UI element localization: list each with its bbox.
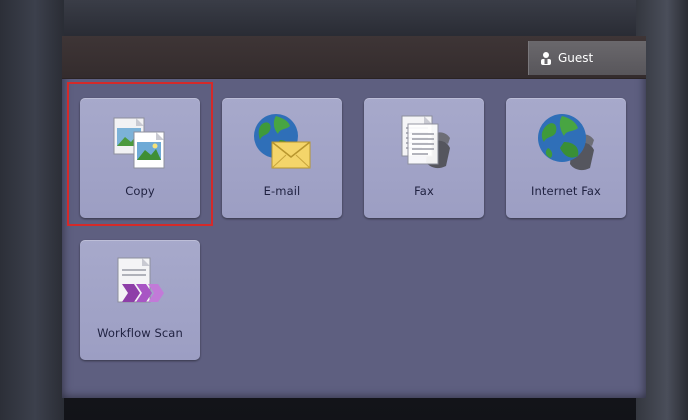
copy-tile-label: Copy <box>125 184 155 198</box>
touch-screen: Guest Copy E-mail Fax Internet Fax Workf… <box>62 36 646 398</box>
internet-fax-tile-label: Internet Fax <box>531 184 601 198</box>
email-icon <box>254 114 311 169</box>
copy-icon <box>113 117 165 169</box>
workflow-scan-tile[interactable]: Workflow Scan <box>80 240 200 360</box>
internet-fax-icon <box>538 114 594 171</box>
user-login-button[interactable]: Guest <box>528 41 646 75</box>
status-bar: Guest <box>62 36 646 79</box>
app-tile-grid: Copy E-mail Fax Internet Fax Workflow Sc… <box>62 78 646 398</box>
copy-tile[interactable]: Copy <box>80 98 200 218</box>
user-name-label: Guest <box>558 51 594 65</box>
workflow-scan-tile-label: Workflow Scan <box>97 326 183 340</box>
email-tile[interactable]: E-mail <box>222 98 342 218</box>
fax-tile-label: Fax <box>414 184 434 198</box>
bezel-left-edge <box>0 0 64 420</box>
fax-tile[interactable]: Fax <box>364 98 484 218</box>
workflow-scan-icon <box>117 257 164 303</box>
email-tile-label: E-mail <box>263 184 301 198</box>
user-icon <box>541 52 551 65</box>
fax-icon <box>401 115 450 169</box>
internet-fax-tile[interactable]: Internet Fax <box>506 98 626 218</box>
